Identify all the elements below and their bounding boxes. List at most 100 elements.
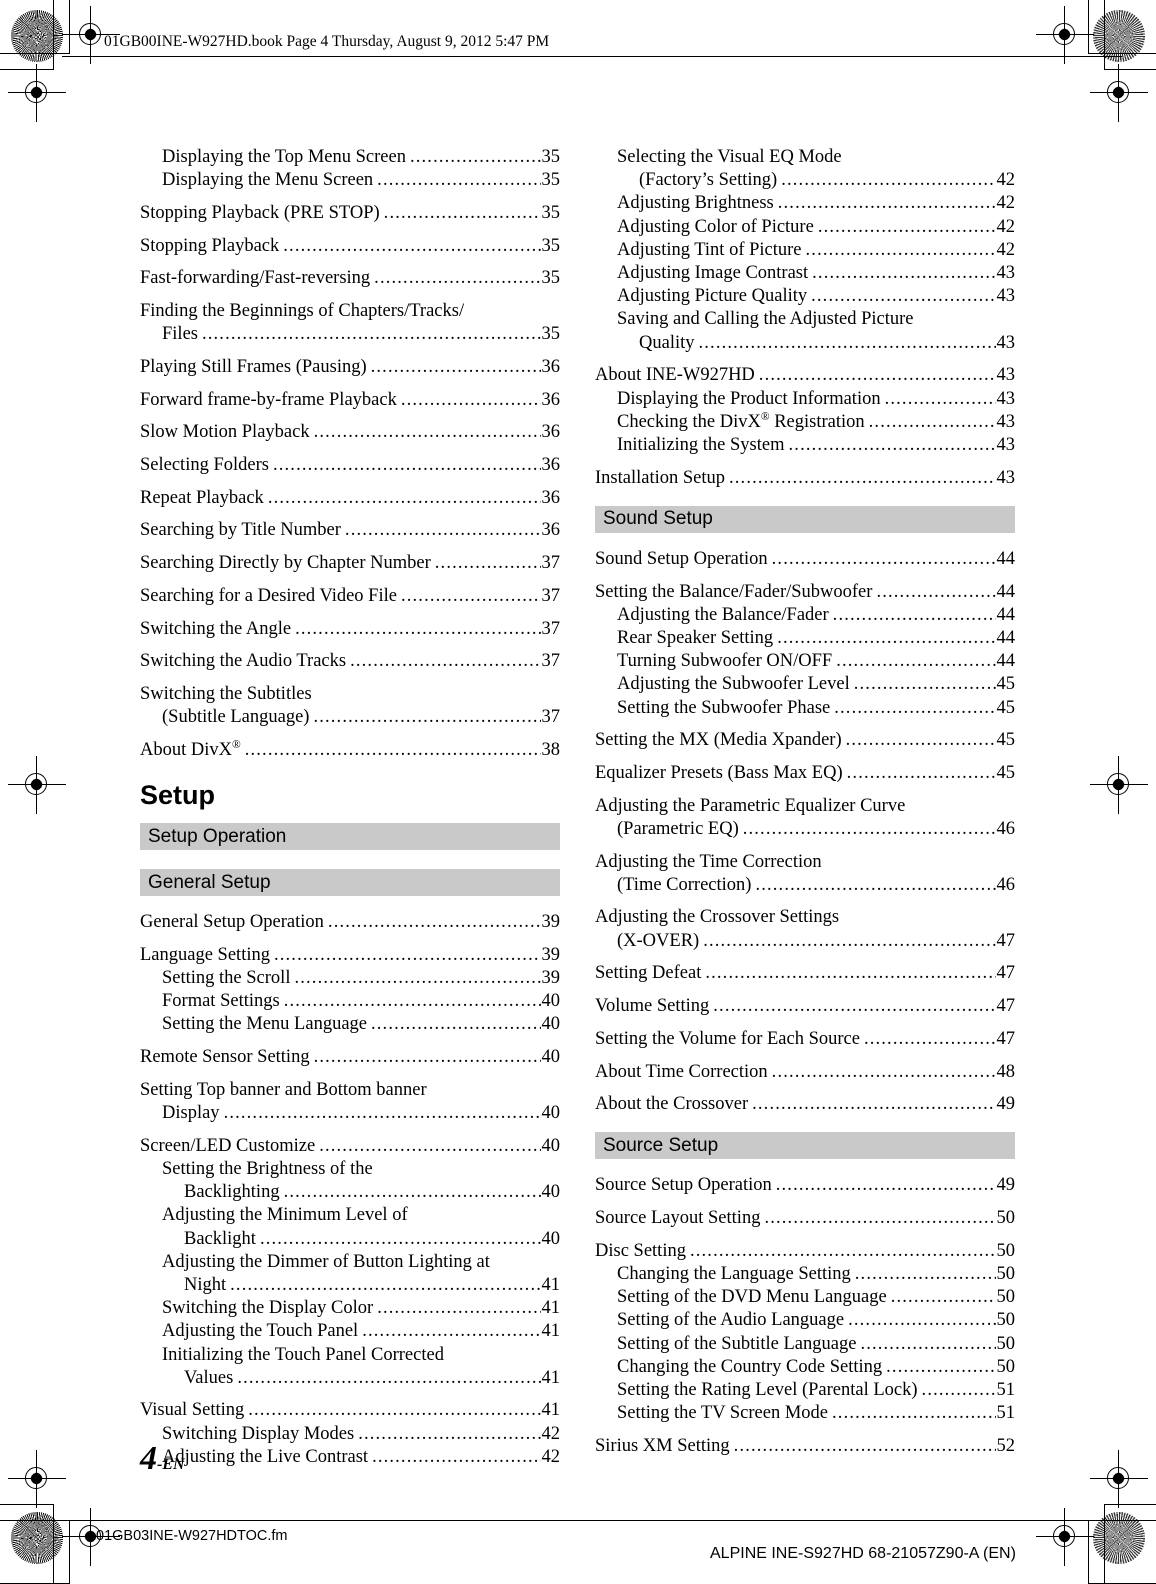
- toc-entry-title-line[interactable]: Setting the Brightness of the: [162, 1158, 560, 1181]
- toc-entry[interactable]: Disc Setting............................…: [595, 1240, 1015, 1263]
- toc-entry[interactable]: (Parametric EQ).........................…: [617, 818, 1015, 841]
- toc-entry-page-number: 43: [996, 467, 1016, 488]
- toc-entry[interactable]: Searching for a Desired Video File......…: [140, 585, 560, 608]
- toc-entry[interactable]: Files...................................…: [162, 323, 560, 346]
- toc-entry[interactable]: Setting of the DVD Menu Language........…: [617, 1286, 1015, 1309]
- toc-entry[interactable]: Adjusting Tint of Picture...............…: [617, 239, 1015, 262]
- toc-entry[interactable]: Initializing the System.................…: [617, 434, 1015, 457]
- toc-entry[interactable]: Quality.................................…: [639, 332, 1015, 355]
- toc-entry[interactable]: Source Setup Operation..................…: [595, 1174, 1015, 1197]
- toc-entry-title-line[interactable]: Switching the Subtitles: [140, 683, 560, 706]
- toc-entry[interactable]: Installation Setup......................…: [595, 467, 1015, 490]
- toc-entry-title-line[interactable]: Adjusting the Dimmer of Button Lighting …: [162, 1251, 560, 1274]
- toc-leader-dots: ........................................…: [854, 1264, 996, 1285]
- toc-entry[interactable]: Format Settings.........................…: [162, 990, 560, 1013]
- toc-entry[interactable]: Switching the Display Color.............…: [162, 1297, 560, 1320]
- toc-entry[interactable]: Volume Setting..........................…: [595, 995, 1015, 1018]
- toc-entry[interactable]: Switching the Audio Tracks..............…: [140, 650, 560, 673]
- toc-leader-dots: ........................................…: [344, 520, 541, 541]
- toc-entry[interactable]: Rear Speaker Setting....................…: [617, 627, 1015, 650]
- toc-entry[interactable]: Adjusting Color of Picture..............…: [617, 216, 1015, 239]
- toc-entry[interactable]: Setting of the Subtitle Language........…: [617, 1333, 1015, 1356]
- toc-entry[interactable]: Displaying the Product Information......…: [617, 388, 1015, 411]
- toc-leader-dots: ........................................…: [283, 1182, 541, 1203]
- toc-entry[interactable]: Sirius XM Setting.......................…: [595, 1435, 1015, 1458]
- toc-entry[interactable]: Screen/LED Customize....................…: [140, 1135, 560, 1158]
- toc-entry[interactable]: Adjusting the Subwoofer Level...........…: [617, 673, 1015, 696]
- toc-entry[interactable]: Visual Setting..........................…: [140, 1399, 560, 1422]
- toc-entry[interactable]: Setting the Balance/Fader/Subwoofer.....…: [595, 581, 1015, 604]
- toc-entry[interactable]: About INE-W927HD........................…: [595, 364, 1015, 387]
- toc-entry[interactable]: Fast-forwarding/Fast-reversing..........…: [140, 267, 560, 290]
- toc-entry[interactable]: Adjusting Picture Quality...............…: [617, 285, 1015, 308]
- toc-leader-dots: ........................................…: [294, 967, 540, 988]
- toc-leader-dots: ........................................…: [689, 1240, 996, 1261]
- toc-entry[interactable]: Searching by Title Number...............…: [140, 519, 560, 542]
- toc-entry[interactable]: General Setup Operation.................…: [140, 911, 560, 934]
- toc-entry[interactable]: About the Crossover.....................…: [595, 1093, 1015, 1116]
- toc-entry[interactable]: Setting the Rating Level (Parental Lock)…: [617, 1379, 1015, 1402]
- toc-entry[interactable]: Adjusting the Live Contrast.............…: [162, 1446, 560, 1469]
- toc-entry[interactable]: Setting the Scroll......................…: [162, 967, 560, 990]
- toc-entry[interactable]: Turning Subwoofer ON/OFF................…: [617, 650, 1015, 673]
- toc-entry[interactable]: Setting the MX (Media Xpander)..........…: [595, 729, 1015, 752]
- toc-entry[interactable]: Setting the Subwoofer Phase.............…: [617, 697, 1015, 720]
- toc-entry[interactable]: Display.................................…: [162, 1102, 560, 1125]
- toc-entry[interactable]: Changing the Language Setting...........…: [617, 1263, 1015, 1286]
- toc-entry[interactable]: Selecting Folders.......................…: [140, 454, 560, 477]
- toc-entry[interactable]: Setting the TV Screen Mode..............…: [617, 1402, 1015, 1425]
- toc-entry-title-line[interactable]: Setting Top banner and Bottom banner: [140, 1079, 560, 1102]
- toc-entry[interactable]: Slow Motion Playback....................…: [140, 421, 560, 444]
- toc-entry[interactable]: Backlight...............................…: [184, 1228, 560, 1251]
- toc-entry[interactable]: About DivX®.............................…: [140, 739, 560, 762]
- toc-entry[interactable]: Checking the DivX® Registration.........…: [617, 411, 1015, 434]
- toc-entry-title-line[interactable]: Adjusting the Crossover Settings: [595, 906, 1015, 929]
- toc-entry[interactable]: (X-OVER)................................…: [617, 930, 1015, 953]
- toc-entry[interactable]: Displaying the Top Menu Screen..........…: [162, 146, 560, 169]
- toc-entry-title-line[interactable]: Adjusting the Minimum Level of: [162, 1204, 560, 1227]
- toc-entry[interactable]: Searching Directly by Chapter Number....…: [140, 552, 560, 575]
- toc-entry[interactable]: Adjusting Image Contrast................…: [617, 262, 1015, 285]
- toc-entry[interactable]: Language Setting........................…: [140, 944, 560, 967]
- toc-entry[interactable]: Sound Setup Operation...................…: [595, 548, 1015, 571]
- toc-entry-page-number: 39: [541, 944, 561, 965]
- setup-section-heading: Setup: [140, 780, 216, 811]
- toc-entry[interactable]: Switching Display Modes.................…: [162, 1423, 560, 1446]
- toc-entry-page-number: 37: [541, 585, 561, 606]
- toc-entry[interactable]: Adjusting the Touch Panel...............…: [162, 1320, 560, 1343]
- toc-entry-title-line[interactable]: Finding the Beginnings of Chapters/Track…: [140, 300, 560, 323]
- toc-entry[interactable]: Switching the Angle.....................…: [140, 618, 560, 641]
- toc-entry-title-line[interactable]: Selecting the Visual EQ Mode: [617, 146, 1015, 169]
- toc-entry[interactable]: Setting the Volume for Each Source......…: [595, 1028, 1015, 1051]
- toc-entry[interactable]: (Subtitle Language).....................…: [162, 706, 560, 729]
- toc-entry[interactable]: Stopping Playback (PRE STOP)............…: [140, 202, 560, 225]
- toc-entry[interactable]: Setting of the Audio Language...........…: [617, 1309, 1015, 1332]
- toc-entry[interactable]: Forward frame-by-frame Playback.........…: [140, 389, 560, 412]
- toc-entry[interactable]: (Factory’s Setting).....................…: [639, 169, 1015, 192]
- toc-entry[interactable]: Source Layout Setting...................…: [595, 1207, 1015, 1230]
- toc-leader-dots: ........................................…: [377, 170, 541, 191]
- toc-entry[interactable]: Night...................................…: [184, 1274, 560, 1297]
- toc-entry-title-line[interactable]: Saving and Calling the Adjusted Picture: [617, 308, 1015, 331]
- toc-entry[interactable]: (Time Correction).......................…: [617, 874, 1015, 897]
- toc-entry[interactable]: Values..................................…: [184, 1367, 560, 1390]
- toc-entry-page-number: 41: [541, 1367, 561, 1388]
- toc-entry-title-line[interactable]: Adjusting the Time Correction: [595, 851, 1015, 874]
- toc-entry[interactable]: Equalizer Presets (Bass Max EQ).........…: [595, 762, 1015, 785]
- toc-entry[interactable]: Repeat Playback.........................…: [140, 487, 560, 510]
- toc-entry-title-line[interactable]: Initializing the Touch Panel Corrected: [162, 1344, 560, 1367]
- toc-entry[interactable]: Playing Still Frames (Pausing)..........…: [140, 356, 560, 379]
- toc-entry[interactable]: Remote Sensor Setting...................…: [140, 1046, 560, 1069]
- toc-entry[interactable]: Setting the Menu Language...............…: [162, 1013, 560, 1036]
- toc-entry[interactable]: Adjusting the Balance/Fader.............…: [617, 604, 1015, 627]
- toc-entry[interactable]: Stopping Playback.......................…: [140, 235, 560, 258]
- toc-entry[interactable]: Backlighting............................…: [184, 1181, 560, 1204]
- toc-entry[interactable]: Adjusting Brightness....................…: [617, 192, 1015, 215]
- toc-entry[interactable]: Displaying the Menu Screen..............…: [162, 169, 560, 192]
- toc-leader-dots: ........................................…: [272, 455, 541, 476]
- toc-entry[interactable]: About Time Correction...................…: [595, 1061, 1015, 1084]
- toc-entry-title-line[interactable]: Adjusting the Parametric Equalizer Curve: [595, 795, 1015, 818]
- toc-entry[interactable]: Changing the Country Code Setting.......…: [617, 1356, 1015, 1379]
- toc-entry[interactable]: Setting Defeat..........................…: [595, 962, 1015, 985]
- toc-leader-dots: ........................................…: [834, 697, 996, 718]
